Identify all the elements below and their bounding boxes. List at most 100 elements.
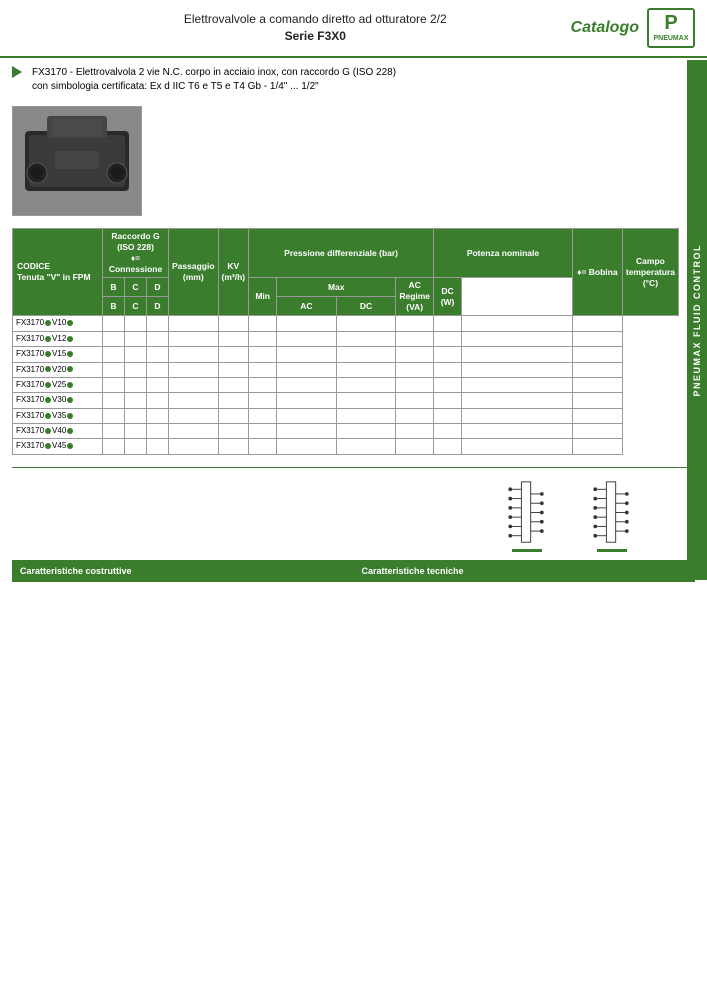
product-image-area [0,98,707,224]
row-cell-dc [434,424,462,439]
row-cell-d [147,393,169,408]
diagram-2-svg [584,480,639,545]
row-cell-d [147,362,169,377]
row-cell-c [125,393,147,408]
logo-p-letter: P [664,12,677,35]
table-row: FX3170V40 [13,424,679,439]
row-cell-pass [169,393,219,408]
th-passaggio: Passaggio(mm) [169,229,219,316]
row-cell-dc [434,439,462,454]
row-cell-ac [396,393,434,408]
row-cell-max_dc [336,331,396,346]
row-cell-d [147,439,169,454]
row-cell-b [103,316,125,331]
desc-line2: con simbologia certificata: Ex d IIC T6 … [32,80,396,94]
row-cell-pass [169,408,219,423]
table-row: FX3170V20 [13,362,679,377]
row-cell-max_dc [336,408,396,423]
row-cell-c [125,362,147,377]
table-row: FX3170V45 [13,439,679,454]
row-cell-min [249,362,277,377]
row-code: FX3170V10 [13,316,103,331]
table-row: FX3170V12 [13,331,679,346]
row-cell-min [249,331,277,346]
row-cell-temp [572,393,622,408]
side-bar-label: PNEUMAX FLUID CONTROL [692,244,702,397]
page-header: Elettrovalvole a comando diretto ad ottu… [0,0,707,58]
valve-svg [17,111,137,211]
header-title: Elettrovalvole a comando diretto ad ottu… [60,11,571,45]
product-image [12,106,142,216]
row-cell-dc [434,408,462,423]
row-code: FX3170V20 [13,362,103,377]
row-cell-min [249,424,277,439]
row-cell-kv [218,347,249,362]
row-cell-kv [218,377,249,392]
row-cell-temp [572,408,622,423]
row-cell-max_ac [277,316,337,331]
row-cell-min [249,377,277,392]
th-b: B [103,278,125,297]
th-dc: DC(W) [434,278,462,316]
row-cell-b [103,408,125,423]
triangle-marker-icon [12,66,22,78]
table-row: FX3170V15 [13,347,679,362]
row-code: FX3170V12 [13,331,103,346]
row-cell-dc [434,362,462,377]
row-cell-max_dc [336,316,396,331]
row-cell-max_dc [336,377,396,392]
row-cell-min [249,439,277,454]
th-b2: B [103,297,125,316]
row-cell-min [249,347,277,362]
row-cell-b [103,347,125,362]
th-c2: C [125,297,147,316]
diagrams-section [0,476,707,556]
row-bobina [462,331,573,346]
product-desc-row: FX3170 - Elettrovalvola 2 vie N.C. corpo… [12,66,677,94]
row-cell-ac [396,362,434,377]
row-cell-pass [169,424,219,439]
catalog-label: Catalogo [571,19,639,37]
th-d2: D [147,297,169,316]
row-cell-dc [434,347,462,362]
bottom-bar-right: Caratteristiche tecniche [354,566,696,576]
row-cell-max_dc [336,362,396,377]
row-cell-ac [396,408,434,423]
row-cell-ac [396,424,434,439]
header-title-line1: Elettrovalvole a comando diretto ad ottu… [60,11,571,28]
row-cell-dc [434,331,462,346]
row-cell-ac [396,377,434,392]
row-cell-min [249,393,277,408]
row-cell-max_ac [277,347,337,362]
table-row: FX3170V30 [13,393,679,408]
row-cell-temp [572,347,622,362]
row-code: FX3170V45 [13,439,103,454]
diagram-2 [584,480,639,552]
row-bobina [462,347,573,362]
th-pressione: Pressione differenziale (bar) [249,229,434,278]
side-bar: PNEUMAX FLUID CONTROL [687,60,707,580]
row-bobina [462,316,573,331]
th-max: Max [277,278,396,297]
row-cell-max_dc [336,424,396,439]
th-kv: KV(m³/h) [218,229,249,316]
row-code: FX3170V30 [13,393,103,408]
row-cell-kv [218,424,249,439]
row-cell-d [147,316,169,331]
row-cell-kv [218,408,249,423]
th-bobina: ♦= Bobina [572,229,622,316]
row-code: FX3170V35 [13,408,103,423]
row-cell-max_ac [277,362,337,377]
diagram-1 [499,480,554,552]
row-cell-b [103,439,125,454]
row-cell-kv [218,316,249,331]
row-cell-temp [572,439,622,454]
description-text: FX3170 - Elettrovalvola 2 vie N.C. corpo… [32,66,396,94]
row-cell-b [103,377,125,392]
row-cell-b [103,331,125,346]
row-cell-b [103,362,125,377]
th-raccordo: Raccordo G (ISO 228) ♦= Connessione [103,229,169,278]
table-row: FX3170V35 [13,408,679,423]
separator-line [12,467,695,468]
th-c: C [125,278,147,297]
